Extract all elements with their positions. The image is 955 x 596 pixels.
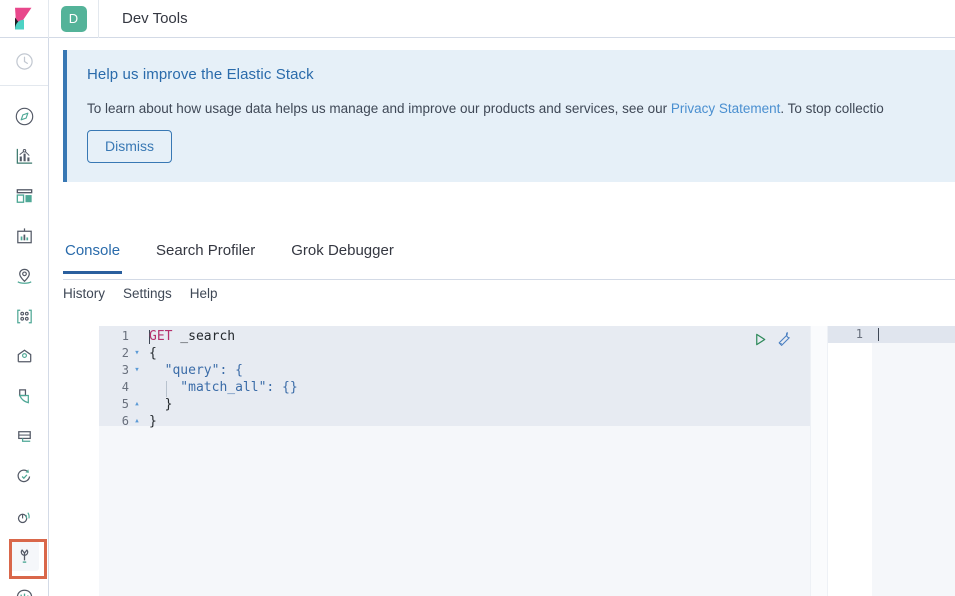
code-line: 2 ▾ {	[99, 345, 298, 362]
dashboard-icon	[16, 188, 32, 203]
code-text: }	[149, 397, 173, 412]
banner-title: Help us improve the Elastic Stack	[87, 66, 314, 83]
sidebar-item-siem[interactable]	[0, 496, 48, 536]
sidebar-item-logs[interactable]	[0, 376, 48, 416]
infrastructure-icon	[17, 349, 31, 362]
submenu-history[interactable]: History	[63, 286, 105, 301]
sidebar-item-maps[interactable]	[0, 256, 48, 296]
sidebar-item-canvas[interactable]	[0, 216, 48, 256]
canvas-icon	[16, 227, 32, 243]
code-line: 3 ▾ "query": {	[99, 362, 298, 379]
fold-marker[interactable]: ▾	[129, 345, 145, 362]
dev-tools-tabs: Console Search Profiler Grok Debugger	[63, 234, 955, 280]
banner-body-text-before: To learn about how usage data helps us m…	[87, 101, 671, 116]
kibana-logo	[15, 7, 32, 29]
wrench-options-button[interactable]	[777, 331, 793, 347]
code-text: }	[149, 414, 157, 429]
dismiss-button[interactable]: Dismiss	[87, 130, 172, 163]
privacy-statement-link[interactable]: Privacy Statement	[671, 101, 781, 116]
line-number: 3	[121, 363, 129, 377]
kibana-home-link[interactable]	[0, 0, 49, 38]
clock-icon	[15, 53, 33, 70]
banner-body-text-after: . To stop collectio	[780, 101, 884, 116]
code-text: "query": {	[149, 363, 243, 378]
sidebar-item-infrastructure[interactable]	[0, 336, 48, 376]
submenu-help[interactable]: Help	[190, 286, 218, 301]
editor-action-buttons	[753, 331, 793, 347]
sidebar-item-apm[interactable]	[0, 416, 48, 456]
banner-body: To learn about how usage data helps us m…	[87, 101, 955, 116]
response-editor[interactable]: 1	[828, 326, 955, 596]
map-marker-icon	[16, 268, 32, 284]
tab-search-profiler[interactable]: Search Profiler	[154, 234, 257, 273]
response-line-number: 1	[828, 326, 872, 343]
sidebar-item-visualize[interactable]	[0, 136, 48, 176]
request-path: _search	[172, 329, 236, 344]
sidebar-item-dashboard[interactable]	[0, 176, 48, 216]
response-gutter	[828, 326, 872, 596]
submenu-settings[interactable]: Settings	[123, 286, 172, 301]
code-line: 6 ▴ }	[99, 413, 298, 430]
editor-splitter[interactable]	[810, 326, 828, 596]
code-line: 4 "match_all": {}	[99, 379, 298, 396]
fold-marker[interactable]: ▴	[129, 413, 145, 430]
line-number: 5	[121, 397, 129, 411]
siem-icon	[17, 511, 30, 523]
fold-marker[interactable]: ▾	[129, 362, 145, 379]
code-text: "match_all": {}	[149, 380, 298, 395]
line-number: 2	[121, 346, 129, 360]
bar-chart-icon	[16, 148, 32, 164]
sidebar-item-monitoring[interactable]	[0, 576, 48, 596]
sidebar-item-uptime[interactable]	[0, 456, 48, 496]
sidebar-item-discover[interactable]	[0, 96, 48, 136]
request-editor[interactable]: 1 GET _search 2 ▾ { 3 ▾ "query": {4 "ma…	[99, 326, 810, 596]
code-line: 5 ▴ }	[99, 396, 298, 413]
main-content: Help us improve the Elastic Stack To lea…	[49, 38, 955, 596]
dev-tools-icon-background	[9, 541, 39, 571]
sidebar-item-machine-learning[interactable]	[0, 296, 48, 336]
indent-guide	[166, 381, 167, 397]
code-text: {	[149, 346, 157, 361]
telemetry-opt-in-banner: Help us improve the Elastic Stack To lea…	[63, 50, 955, 182]
compass-icon	[15, 107, 33, 125]
logs-icon	[18, 388, 29, 404]
sidebar-item-dev-tools[interactable]	[0, 536, 48, 579]
console-editors: 1 GET _search 2 ▾ { 3 ▾ "query": {4 "ma…	[99, 326, 955, 596]
code-line: 1 GET _search	[99, 328, 298, 345]
space-avatar: D	[60, 5, 87, 32]
sidebar-item-recently-viewed[interactable]	[0, 38, 48, 86]
line-number: 6	[121, 414, 129, 428]
top-header: D Dev Tools	[0, 0, 955, 38]
apm-icon	[17, 430, 31, 442]
uptime-icon	[17, 468, 30, 482]
primary-navigation	[0, 38, 49, 596]
machine-learning-icon	[16, 309, 32, 323]
console-submenu: History Settings Help	[63, 286, 236, 301]
response-text-cursor	[878, 328, 879, 341]
space-selector[interactable]: D	[49, 0, 99, 38]
send-request-button[interactable]	[753, 332, 768, 347]
request-code: 1 GET _search 2 ▾ { 3 ▾ "query": {4 "ma…	[99, 326, 298, 430]
line-number: 4	[121, 380, 129, 394]
tab-console[interactable]: Console	[63, 234, 123, 274]
page-title: Dev Tools	[122, 10, 188, 27]
line-number: 1	[121, 329, 129, 343]
response-body	[872, 343, 955, 596]
wrench-icon	[20, 548, 28, 563]
http-method: GET	[149, 329, 173, 344]
fold-marker[interactable]: ▴	[129, 396, 145, 413]
sidebar-items	[0, 86, 48, 596]
dev-tools-page: D Dev Tools Help us improve the Elastic …	[0, 0, 955, 596]
monitoring-icon	[16, 589, 32, 596]
tab-grok-debugger[interactable]: Grok Debugger	[289, 234, 396, 273]
